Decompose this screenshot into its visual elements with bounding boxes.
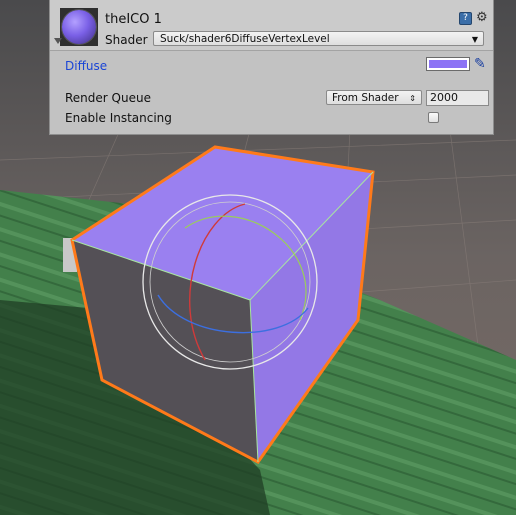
shader-dropdown[interactable]: Suck/shader6DiffuseVertexLevel ▼ (153, 31, 484, 46)
chevron-down-icon: ▼ (471, 35, 478, 44)
material-preview-sphere (62, 10, 96, 44)
render-queue-label: Render Queue (65, 91, 151, 105)
chevron-down-icon: ⇕ (409, 94, 416, 103)
diffuse-label: Diffuse (65, 59, 108, 73)
render-queue-value-field[interactable]: 2000 (426, 90, 489, 106)
diffuse-color-swatch (429, 60, 467, 68)
enable-instancing-label: Enable Instancing (65, 111, 172, 125)
render-queue-mode: From Shader (332, 92, 399, 104)
material-header: theICO 1 ? ⚙ Shader Suck/shader6DiffuseV… (50, 0, 493, 51)
material-name: theICO 1 (105, 12, 162, 27)
render-queue-dropdown[interactable]: From Shader ⇕ (326, 90, 422, 105)
gear-icon[interactable]: ⚙ (476, 10, 488, 25)
eyedropper-icon[interactable]: ✎ (474, 56, 486, 72)
shader-dropdown-value: Suck/shader6DiffuseVertexLevel (160, 33, 330, 45)
triangle-down-icon[interactable] (54, 38, 62, 44)
shader-label: Shader (105, 33, 148, 47)
diffuse-color-field[interactable] (426, 57, 470, 71)
enable-instancing-checkbox[interactable] (428, 112, 439, 123)
help-icon[interactable]: ? (459, 12, 472, 25)
material-inspector-panel: theICO 1 ? ⚙ Shader Suck/shader6DiffuseV… (49, 0, 494, 135)
